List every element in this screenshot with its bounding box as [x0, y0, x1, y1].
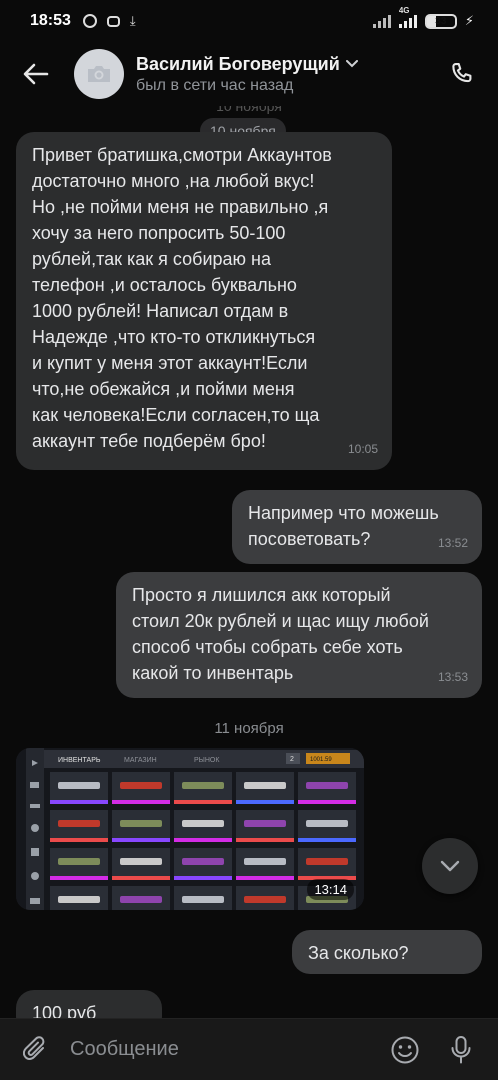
charging-icon: ⚡ [464, 13, 474, 28]
weapon-skin-shape [182, 782, 224, 789]
weapon-skin-shape [182, 896, 224, 903]
status-bar: 18:53 ⤓ 4G 33 ⚡ [0, 0, 498, 42]
message-text: Привет братишка,смотри Аккаунтов достато… [32, 145, 332, 451]
attach-button[interactable] [16, 1030, 56, 1070]
weapon-skin-shape [120, 896, 162, 903]
message-text: Например что можешь посоветовать? [248, 503, 439, 549]
message-outgoing[interactable]: За сколько? [292, 930, 482, 974]
weapon-skin-shape [182, 858, 224, 865]
message-input[interactable] [70, 1038, 386, 1061]
tab-market: РЫНОК [194, 757, 220, 764]
message-time: 13:52 [437, 536, 468, 550]
rarity-bar [236, 876, 294, 880]
rarity-bar [236, 838, 294, 842]
weapon-skin-shape [182, 820, 224, 827]
weapon-skin-shape [58, 820, 100, 827]
rarity-bar [50, 800, 108, 804]
chevron-down-icon [440, 860, 460, 872]
weapon-skin-shape [120, 782, 162, 789]
message-outgoing[interactable]: Например что можешь посоветовать? 13:52 [232, 490, 482, 564]
weapon-skin-shape [58, 782, 100, 789]
message-text: За сколько? [308, 943, 409, 963]
weapon-skin-shape [244, 858, 286, 865]
contact-name: Василий Боговерущий [136, 53, 340, 74]
rarity-bar [236, 800, 294, 804]
chat-bubble-icon [106, 15, 120, 27]
camera-icon [88, 66, 110, 82]
rarity-bar [298, 800, 356, 804]
chevron-down-icon [345, 60, 358, 68]
gold-badge: 1001.59 [310, 757, 332, 763]
smiley-icon [391, 1036, 419, 1063]
rarity-bar [174, 800, 232, 804]
battery-icon: 33 [424, 13, 457, 29]
message-incoming[interactable]: Привет братишка,смотри Аккаунтов достато… [16, 132, 392, 470]
date-separator: 11 ноября [214, 720, 284, 737]
rarity-bar [112, 838, 170, 842]
presence-status: был в сети час назад [136, 76, 294, 94]
weapon-skin-shape [244, 896, 286, 903]
weapon-skin-shape [306, 820, 348, 827]
rarity-bar [298, 838, 356, 842]
message-time: 10:05 [347, 442, 378, 456]
photo-time: 13:14 [307, 879, 354, 900]
message-time: 14:15 [118, 1010, 148, 1018]
rarity-bar [50, 838, 108, 842]
contact-info[interactable]: Василий Боговерущий был в сети час назад [136, 54, 358, 95]
message-text: Просто я лишился акк который стоил 20к р… [132, 585, 429, 683]
weapon-skin-shape [306, 858, 348, 865]
message-incoming[interactable]: 100 руб 14:15 [16, 990, 162, 1018]
rarity-bar [50, 876, 108, 880]
weapon-skin-shape [120, 858, 162, 865]
download-icon: ⤓ [129, 13, 136, 28]
message-time: 13:53 [437, 670, 468, 684]
voice-message-button[interactable] [442, 1031, 480, 1069]
message-list[interactable]: 10 ноября 10 ноября Привет братишка,смот… [0, 106, 498, 1018]
message-composer [0, 1018, 498, 1080]
call-button[interactable] [444, 56, 480, 92]
weapon-skin-shape [58, 858, 100, 865]
photo-message[interactable]: ИНВЕНТАРЬ МАГАЗИН РЫНОК 2 1001.59 13:14 [16, 748, 364, 910]
weapon-skin-shape [58, 896, 100, 903]
weapon-skin-shape [244, 820, 286, 827]
tab-inventory: ИНВЕНТАРЬ [58, 757, 101, 764]
emoji-button[interactable] [386, 1031, 424, 1069]
signal-icon [372, 14, 391, 28]
chat-header: Василий Боговерущий был в сети час назад [0, 42, 498, 106]
tab-shop: МАГАЗИН [124, 757, 157, 764]
rarity-bar [174, 876, 232, 880]
rarity-bar [174, 838, 232, 842]
microphone-icon [451, 1035, 471, 1063]
avatar[interactable] [74, 49, 124, 99]
count-badge: 2 [290, 756, 294, 763]
scrolled-date-label: 10 ноября [216, 106, 282, 114]
alarm-icon [82, 14, 97, 28]
rarity-bar [112, 876, 170, 880]
weapon-skin-shape [306, 782, 348, 789]
status-time: 18:53 [30, 12, 71, 29]
scroll-down-button[interactable] [422, 838, 478, 894]
paperclip-icon [23, 1035, 45, 1060]
rarity-bar [112, 800, 170, 804]
back-button[interactable] [16, 54, 56, 94]
arrow-left-icon [23, 63, 49, 85]
weapon-skin-shape [120, 820, 162, 827]
weapon-skin-shape [244, 782, 286, 789]
phone-icon [452, 63, 472, 83]
message-outgoing[interactable]: Просто я лишился акк который стоил 20к р… [116, 572, 482, 698]
signal-4g-icon: 4G [398, 7, 417, 28]
